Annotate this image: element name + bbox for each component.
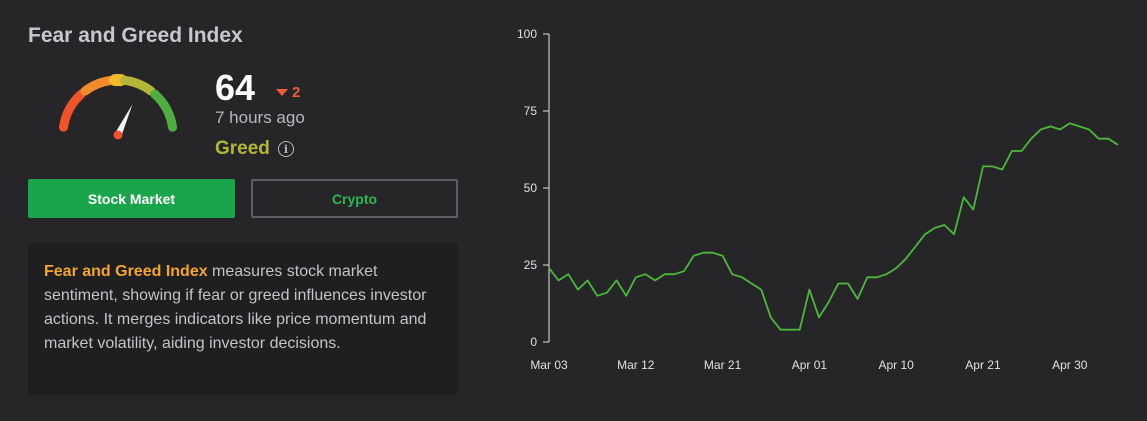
y-tick-label: 25 <box>524 258 538 272</box>
y-tick-label: 75 <box>524 104 538 118</box>
description-highlight: Fear and Greed Index <box>44 263 208 280</box>
down-triangle-icon <box>276 89 288 96</box>
stock-market-tab[interactable]: Stock Market <box>28 179 235 218</box>
index-change: 2 <box>276 84 300 101</box>
gauge-segment <box>120 75 156 96</box>
widget-title: Fear and Greed Index <box>28 24 243 47</box>
x-tick-label: Mar 12 <box>617 358 655 372</box>
gauge-segment <box>150 89 177 132</box>
gauge-segment <box>59 89 86 132</box>
crypto-tab[interactable]: Crypto <box>251 179 458 218</box>
gauge <box>59 74 177 140</box>
x-tick-label: Mar 21 <box>704 358 742 372</box>
description-box: Fear and Greed Index measures stock mark… <box>28 243 458 395</box>
x-tick-label: Apr 21 <box>965 358 1001 372</box>
x-tick-label: Apr 30 <box>1052 358 1088 372</box>
info-icon[interactable]: i <box>277 141 294 157</box>
series-line <box>548 122 1119 331</box>
gauge-segment <box>80 75 116 96</box>
sentiment-label: Greed i <box>215 138 294 160</box>
last-updated: 7 hours ago <box>215 108 305 127</box>
y-tick-label: 50 <box>524 181 538 195</box>
index-line-chart: 0 25 50 75 100 Mar 03 Mar 12 Mar 21 Apr 01 Apr 10… <box>517 27 1119 372</box>
sentiment-text: Greed <box>215 138 270 159</box>
gauge-needle-pivot <box>113 130 123 140</box>
y-tick-label: 100 <box>517 27 537 41</box>
index-change-value: 2 <box>292 84 301 101</box>
x-tick-label: Mar 03 <box>530 358 568 372</box>
index-value: 64 <box>215 67 256 108</box>
x-tick-label: Apr 01 <box>792 358 828 372</box>
y-tick-label: 0 <box>530 335 537 349</box>
x-tick-label: Apr 10 <box>879 358 915 372</box>
